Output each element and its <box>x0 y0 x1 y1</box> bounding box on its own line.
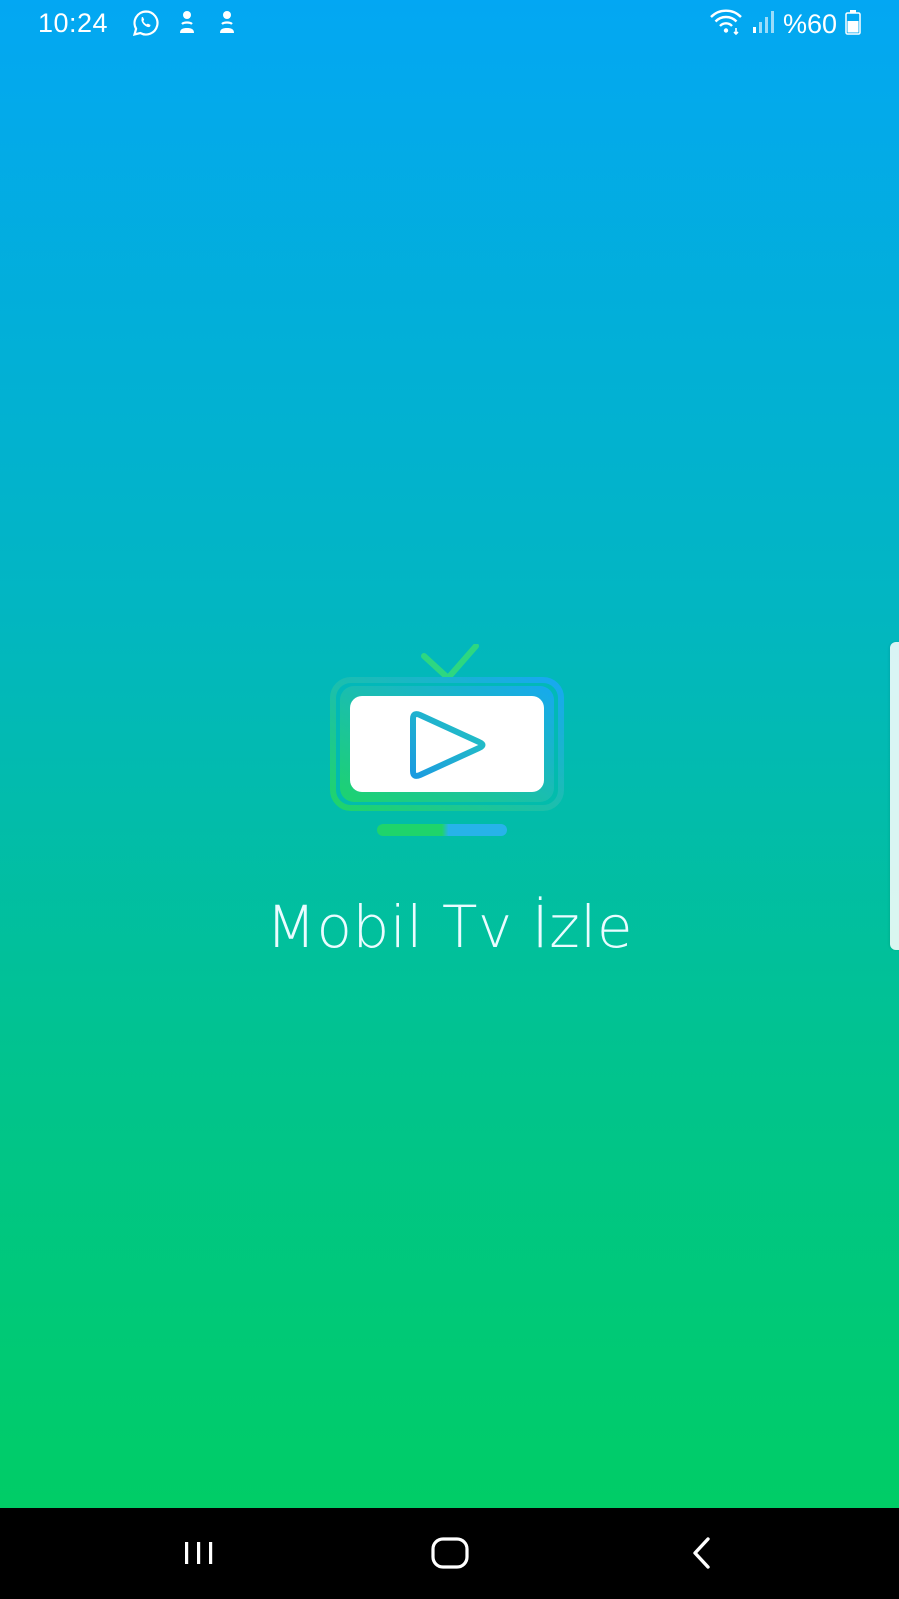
battery-percentage: %60 <box>782 9 837 39</box>
splash-screen: 10:24 %60 Mobil Tv İzle <box>0 0 899 1508</box>
status-time: 10:24 <box>38 8 109 38</box>
back-icon <box>693 1537 710 1569</box>
wifi-icon <box>709 8 743 41</box>
home-icon <box>431 1537 469 1569</box>
tv-play-icon <box>330 643 570 854</box>
status-right: %60 <box>709 8 861 41</box>
shazam-icon <box>174 9 200 37</box>
recents-icon <box>185 1542 213 1564</box>
status-bar: 10:24 %60 <box>0 0 899 48</box>
signal-icon <box>751 9 775 40</box>
app-title: Mobil Tv İzle <box>265 893 634 961</box>
whatsapp-icon <box>132 9 160 37</box>
shazam-icon <box>214 9 240 37</box>
navigation-bar <box>0 1508 899 1599</box>
home-button[interactable] <box>420 1528 480 1578</box>
battery-icon <box>845 9 861 40</box>
back-button[interactable] <box>672 1528 732 1578</box>
recents-button[interactable] <box>169 1528 229 1578</box>
notification-icons <box>132 9 240 37</box>
